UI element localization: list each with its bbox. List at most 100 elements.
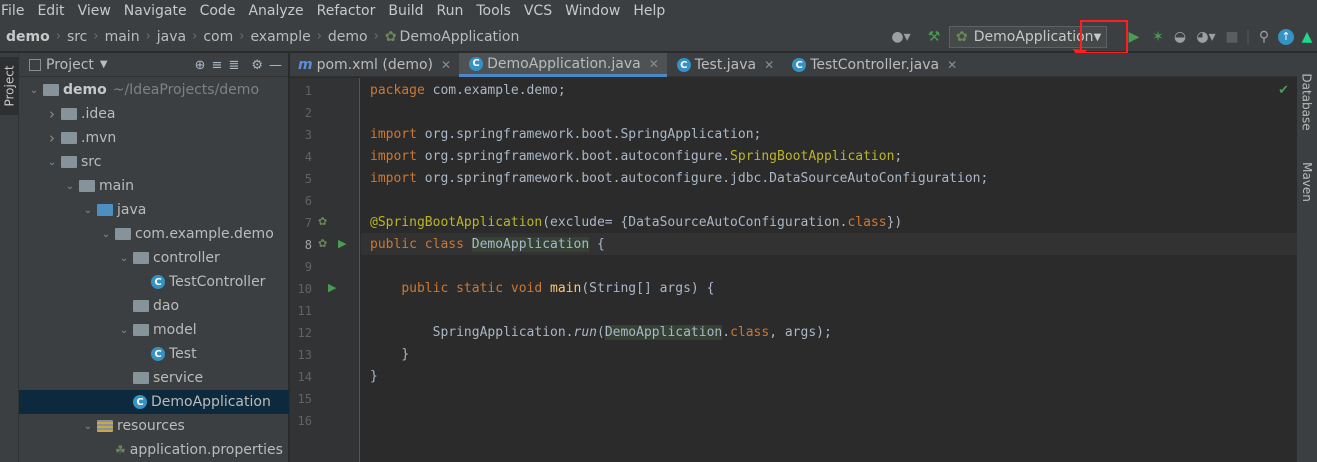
menu-item-navigate[interactable]: Navigate — [118, 3, 194, 19]
spring-bean-icon[interactable]: ✿ — [318, 237, 327, 250]
tree-item[interactable]: ⌄ com.example.demo — [19, 222, 289, 246]
tree-item[interactable]: C DemoApplication — [19, 390, 289, 414]
tree-item[interactable]: ⌄ resources — [19, 414, 289, 438]
menu-item-file[interactable]: File — [0, 3, 31, 19]
breadcrumb-item[interactable]: java — [157, 29, 186, 45]
tree-item-label: dao — [153, 298, 180, 314]
database-tool-tab[interactable]: Database — [1297, 67, 1317, 137]
gear-icon[interactable]: ⚙ — [251, 58, 263, 73]
project-panel-title[interactable]: Project — [46, 57, 94, 73]
project-tool-tab[interactable]: Project — [0, 57, 19, 115]
code-editor[interactable]: ✔ package com.example.demo; import org.s… — [361, 78, 1297, 462]
close-icon[interactable]: ✕ — [947, 58, 957, 72]
chevron-down-icon[interactable]: ⌄ — [99, 229, 113, 240]
chevron-down-icon[interactable]: ⌄ — [81, 205, 95, 216]
coverage-icon[interactable]: ◒ — [1169, 26, 1191, 48]
breadcrumb-item[interactable]: example — [250, 29, 310, 45]
run-gutter-icon[interactable]: ▶ — [338, 237, 346, 250]
line-number: 13 — [297, 348, 312, 362]
close-icon[interactable]: ✕ — [649, 57, 659, 71]
menu-item-window[interactable]: Window — [559, 3, 627, 19]
close-icon[interactable]: ✕ — [764, 58, 774, 72]
menu-item-vcs[interactable]: VCS — [518, 3, 559, 19]
package-icon — [115, 228, 131, 240]
expand-all-icon[interactable]: ≡ — [212, 58, 223, 73]
breadcrumb-item[interactable]: src — [67, 29, 87, 45]
editor-tab[interactable]: C TestController.java ✕ — [782, 53, 965, 77]
breadcrumb-item[interactable]: demo — [6, 29, 50, 45]
editor-tab[interactable]: C DemoApplication.java ✕ — [459, 53, 667, 77]
editor-tab-label: Test.java — [694, 57, 757, 73]
user-icon[interactable]: ●▾ — [887, 26, 915, 48]
run-gutter-icon[interactable]: ▶ — [328, 281, 336, 294]
chevron-down-icon[interactable]: ⌄ — [63, 181, 77, 192]
maven-tab-label: Maven — [1300, 162, 1315, 202]
chevron-right-icon[interactable]: › — [45, 129, 59, 147]
breadcrumb-item[interactable]: demo — [328, 29, 368, 45]
collapse-all-icon[interactable]: ≣ — [228, 58, 239, 73]
editor-tab[interactable]: m pom.xml (demo) ✕ — [290, 53, 459, 77]
spring-bean-icon[interactable]: ✿ — [318, 215, 327, 228]
line-number: 6 — [304, 194, 312, 208]
locate-icon[interactable]: ⊕ — [195, 58, 206, 73]
jetbrains-toolbox-icon[interactable]: ▲ — [1297, 26, 1317, 48]
chevron-down-icon[interactable]: ⌄ — [117, 325, 131, 336]
hide-icon[interactable]: — — [269, 58, 282, 73]
menu-item-code[interactable]: Code — [194, 3, 243, 19]
chevron-down-icon[interactable]: ⌄ — [81, 421, 95, 432]
package-icon — [133, 372, 149, 384]
editor-tab[interactable]: C Test.java ✕ — [667, 53, 782, 77]
profile-icon[interactable]: ◕▾ — [1191, 26, 1221, 48]
breadcrumb-item[interactable]: com — [203, 29, 233, 45]
tree-item[interactable]: service — [19, 366, 289, 390]
database-tab-label: Database — [1300, 73, 1315, 131]
tree-item-label: .mvn — [81, 130, 117, 146]
debug-icon[interactable]: ✶ — [1147, 26, 1169, 48]
menu-item-build[interactable]: Build — [382, 3, 430, 19]
menu-item-analyze[interactable]: Analyze — [242, 3, 310, 19]
update-icon[interactable]: ↑ — [1275, 26, 1297, 48]
folder-icon — [97, 204, 113, 216]
line-number: 5 — [304, 172, 312, 186]
tree-item[interactable]: ⌄ main — [19, 174, 289, 198]
tree-item[interactable]: C TestController — [19, 270, 289, 294]
tree-item-label: DemoApplication — [151, 394, 271, 410]
search-icon[interactable]: ⚲ — [1253, 26, 1275, 48]
tree-item[interactable]: dao — [19, 294, 289, 318]
chevron-down-icon[interactable]: ⌄ — [45, 157, 59, 168]
tree-item[interactable]: ⌄ src — [19, 150, 289, 174]
chevron-down-icon[interactable]: ⌄ — [117, 253, 131, 264]
stop-icon[interactable]: ■ — [1221, 26, 1243, 48]
tree-item[interactable]: ☘ application.properties — [19, 438, 289, 462]
tree-item[interactable]: ⌄ java — [19, 198, 289, 222]
tree-item[interactable]: › .idea — [19, 102, 289, 126]
code-line-1: package com.example.demo; — [370, 83, 566, 98]
menu-item-tools[interactable]: Tools — [470, 3, 518, 19]
tree-item-label: controller — [153, 250, 220, 266]
spring-icon: ✿ — [956, 29, 968, 45]
breadcrumb-item[interactable]: DemoApplication — [400, 29, 520, 45]
code-line-14: } — [370, 369, 378, 384]
tree-item[interactable]: ⌄ demo ~/IdeaProjects/demo — [19, 78, 289, 102]
breadcrumb-item[interactable]: main — [105, 29, 140, 45]
class-icon: C — [792, 58, 807, 72]
chevron-down-icon[interactable]: ▼ — [100, 59, 108, 70]
chevron-down-icon[interactable]: ⌄ — [27, 85, 41, 96]
tree-item-label: application.properties — [129, 442, 283, 458]
menu-item-refactor[interactable]: Refactor — [311, 3, 383, 19]
code-line-8: public class DemoApplication { — [370, 237, 605, 252]
menu-item-view[interactable]: View — [72, 3, 118, 19]
maven-tool-tab[interactable]: Maven — [1297, 157, 1317, 207]
tree-item[interactable]: ⌄ controller — [19, 246, 289, 270]
line-number: 1 — [304, 84, 312, 98]
menu-item-run[interactable]: Run — [431, 3, 471, 19]
close-icon[interactable]: ✕ — [441, 58, 451, 72]
chevron-right-icon[interactable]: › — [45, 105, 59, 123]
tree-item[interactable]: C Test — [19, 342, 289, 366]
menu-bar: File Edit View Navigate Code Analyze Refactor B… — [0, 0, 1317, 22]
menu-item-edit[interactable]: Edit — [31, 3, 71, 19]
tree-item[interactable]: ⌄ model — [19, 318, 289, 342]
menu-item-help[interactable]: Help — [627, 3, 672, 19]
build-hammer-icon[interactable]: ⚒ — [923, 26, 945, 48]
tree-item[interactable]: › .mvn — [19, 126, 289, 150]
